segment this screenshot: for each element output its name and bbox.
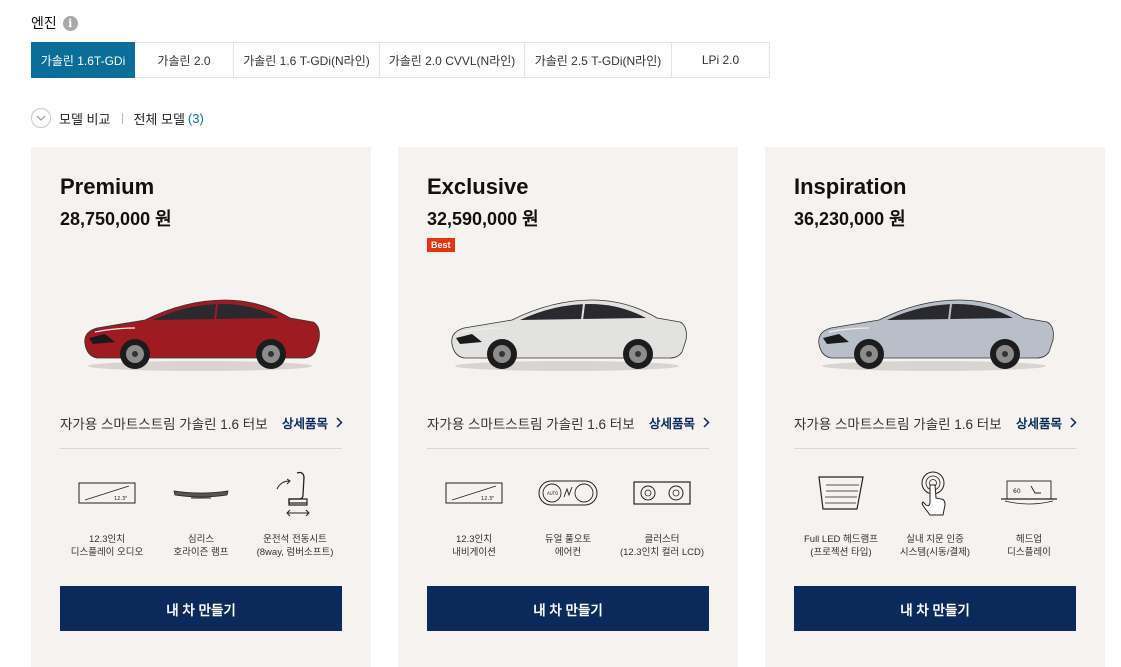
divider xyxy=(122,112,124,124)
led-headlamp-icon xyxy=(818,476,864,510)
divider xyxy=(794,448,1076,449)
model-count: (3) xyxy=(187,110,204,126)
tab-gasoline-1-6t-gdi-nline[interactable]: 가솔린 1.6 T-GDi(N라인) xyxy=(234,42,380,78)
svg-text:60: 60 xyxy=(1013,488,1021,495)
car-image xyxy=(84,299,320,371)
trim-price: 36,230,000 원 xyxy=(794,209,906,229)
feature-label: 실내 지문 인증 시스템(시동/결제) xyxy=(899,534,971,558)
feature-item: Full LED 헤드램프 (프로젝션 타입) xyxy=(794,469,888,559)
compare-models-button[interactable]: 모델 비교 xyxy=(59,109,110,128)
feature-item: 심리스 호라이즌 램프 xyxy=(154,469,248,559)
feature-list: 12.3" 12.3인치 디스플레이 오디오 심리스 호라이즌 램프 운전석 전… xyxy=(60,469,342,559)
detail-link[interactable]: 상세품목 xyxy=(649,413,710,432)
detail-label: 상세품목 xyxy=(648,417,695,431)
cluster-icon xyxy=(633,481,691,505)
chevron-down-icon[interactable] xyxy=(31,108,51,128)
feature-label: 심리스 호라이즌 램프 xyxy=(173,534,229,558)
best-badge: Best xyxy=(427,238,455,252)
chevron-right-icon xyxy=(1070,417,1077,428)
feature-item: 60 헤드업 디스플레이 xyxy=(982,469,1076,559)
car-image xyxy=(818,299,1054,371)
feature-item: 클러스터 (12.3인치 컬러 LCD) xyxy=(615,469,709,559)
detail-label: 상세품목 xyxy=(1015,417,1062,431)
trim-card-premium: Premium 28,750,000 원 자가용 스마트스트림 가솔린 1.6 … xyxy=(31,147,371,667)
compare-row: 모델 비교 전체 모델 (3) xyxy=(31,108,204,128)
feature-label: 운전석 전동시트 (8way, 럼버소프트) xyxy=(256,534,334,558)
trim-price: 28,750,000 원 xyxy=(60,209,172,229)
feature-item: 실내 지문 인증 시스템(시동/결제) xyxy=(888,469,982,559)
trim-name: Exclusive xyxy=(427,174,529,199)
car-image xyxy=(451,299,687,371)
engine-section-label: 엔진 i xyxy=(31,13,78,33)
navigation-display-icon: 12.3" xyxy=(445,482,503,504)
trim-price: 32,590,000 원 xyxy=(427,209,539,229)
trim-description: 자가용 스마트스트림 가솔린 1.6 터보 xyxy=(427,417,635,432)
chevron-right-icon xyxy=(703,417,710,428)
feature-label: Full LED 헤드램프 (프로젝션 타입) xyxy=(803,534,879,558)
detail-link[interactable]: 상세품목 xyxy=(282,413,343,432)
trim-name: Premium xyxy=(60,174,155,199)
trim-description: 자가용 스마트스트림 가솔린 1.6 터보 xyxy=(60,417,268,432)
feature-label: 듀얼 풀오토 에어컨 xyxy=(544,534,592,558)
power-seat-icon xyxy=(276,471,310,517)
tab-gasoline-1-6t-gdi[interactable]: 가솔린 1.6T-GDi xyxy=(31,42,135,78)
trim-card-inspiration: Inspiration 36,230,000 원 자가용 스마트스트림 가솔린 … xyxy=(765,147,1105,667)
feature-list: Full LED 헤드램프 (프로젝션 타입) 실내 지문 인증 시스템(시동/… xyxy=(794,469,1076,559)
feature-label: 12.3인치 내비게이션 xyxy=(452,534,496,558)
tab-gasoline-2-0[interactable]: 가솔린 2.0 xyxy=(135,42,234,78)
divider xyxy=(427,448,709,449)
tab-lpi-2-0[interactable]: LPi 2.0 xyxy=(672,42,770,78)
feature-item: 12.3" 12.3인치 내비게이션 xyxy=(427,469,521,559)
trim-name: Inspiration xyxy=(794,174,907,199)
chevron-right-icon xyxy=(336,417,343,428)
detail-link[interactable]: 상세품목 xyxy=(1016,413,1077,432)
build-my-car-button[interactable]: 내 차 만들기 xyxy=(60,586,342,631)
all-models-label: 전체 모델 xyxy=(133,111,185,127)
feature-label: 헤드업 디스플레이 xyxy=(1007,534,1051,558)
trim-card-exclusive: Exclusive 32,590,000 원 Best 자가용 스마트스트림 가… xyxy=(398,147,738,667)
tab-gasoline-2-0-cvvl-nline[interactable]: 가솔린 2.0 CVVL(N라인) xyxy=(380,42,525,78)
build-my-car-button[interactable]: 내 차 만들기 xyxy=(427,586,709,631)
feature-label: 12.3인치 디스플레이 오디오 xyxy=(70,534,144,558)
dual-aircon-icon: AUTO xyxy=(538,480,598,506)
feature-item: AUTO 듀얼 풀오토 에어컨 xyxy=(521,469,615,559)
svg-text:12.3": 12.3" xyxy=(481,496,494,502)
feature-item: 12.3" 12.3인치 디스플레이 오디오 xyxy=(60,469,154,559)
trim-description: 자가용 스마트스트림 가솔린 1.6 터보 xyxy=(794,417,1002,432)
horizon-lamp-icon xyxy=(173,490,229,499)
tab-gasoline-2-5t-gdi-nline[interactable]: 가솔린 2.5 T-GDi(N라인) xyxy=(525,42,672,78)
divider xyxy=(60,448,342,449)
feature-list: 12.3" 12.3인치 내비게이션 AUTO 듀얼 풀오토 에어컨 클러스터 … xyxy=(427,469,709,559)
hud-icon: 60 xyxy=(1001,480,1057,505)
svg-text:AUTO: AUTO xyxy=(547,491,558,496)
fingerprint-icon xyxy=(921,471,946,516)
engine-label: 엔진 xyxy=(31,15,57,31)
engine-tabs: 가솔린 1.6T-GDi 가솔린 2.0 가솔린 1.6 T-GDi(N라인) … xyxy=(31,42,770,78)
detail-label: 상세품목 xyxy=(281,417,328,431)
display-icon: 12.3" xyxy=(78,482,136,504)
feature-label: 클러스터 (12.3인치 컬러 LCD) xyxy=(619,534,705,558)
svg-text:12.3": 12.3" xyxy=(114,496,127,502)
info-icon[interactable]: i xyxy=(62,15,78,31)
build-my-car-button[interactable]: 내 차 만들기 xyxy=(794,586,1076,631)
feature-item: 운전석 전동시트 (8way, 럼버소프트) xyxy=(248,469,342,559)
